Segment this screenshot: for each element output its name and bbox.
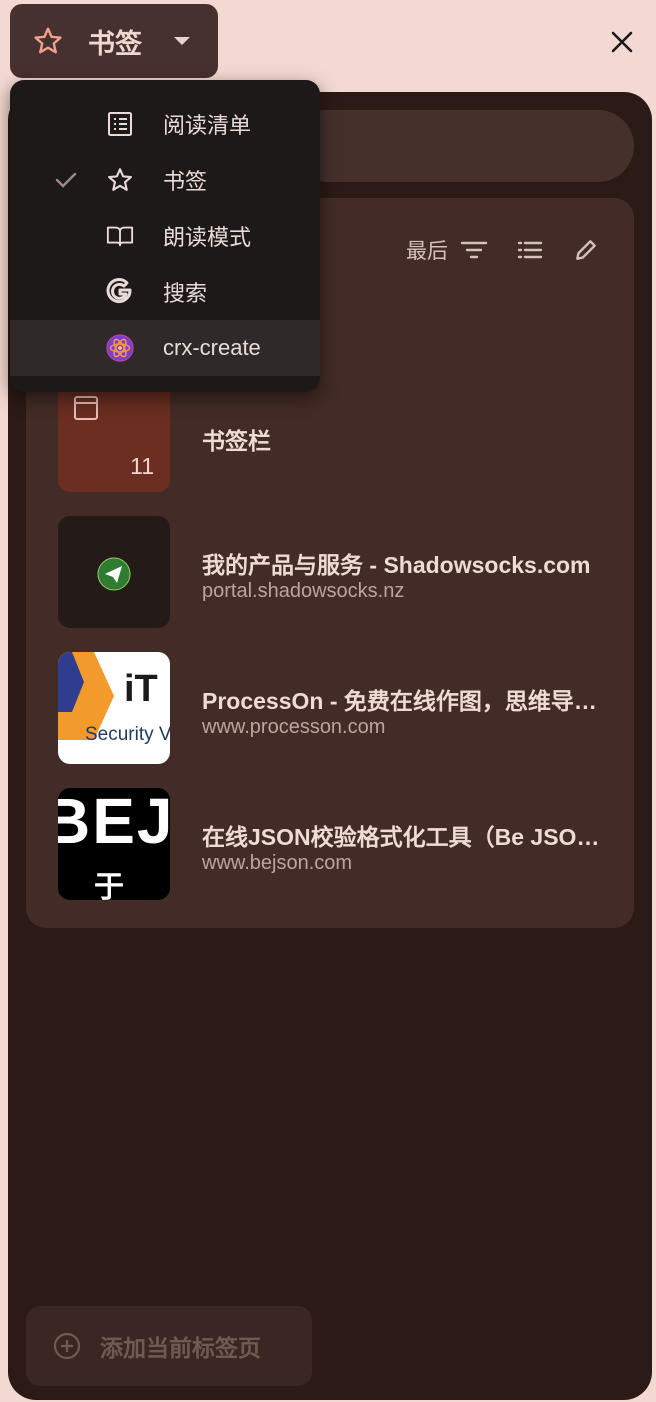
- star-icon: [34, 27, 62, 54]
- add-current-tab-button[interactable]: 添加当前标签页: [26, 1306, 312, 1386]
- menu-item-crx-create[interactable]: crx-create: [10, 320, 320, 376]
- bookmark-thumbnail: [58, 516, 170, 628]
- star-icon: [106, 166, 134, 194]
- close-icon: [611, 31, 633, 53]
- menu-item-search[interactable]: 搜索: [10, 264, 320, 320]
- bookmark-thumbnail: iT Security V: [58, 652, 170, 764]
- add-circle-icon: [53, 1332, 81, 1360]
- bookmark-title: 我的产品与服务 - Shadowsocks.com: [202, 552, 591, 578]
- panel-title: 书签: [88, 28, 142, 59]
- list-view-icon[interactable]: [516, 236, 544, 264]
- list-icon: [106, 110, 134, 138]
- bookmark-title: ProcessOn - 免费在线作图，思维导图，流程图，实时协作: [202, 688, 616, 714]
- folder-count: 11: [130, 453, 154, 479]
- sort-label[interactable]: 最后: [406, 235, 448, 265]
- folder-thumbnail: 11: [58, 380, 170, 492]
- bookmark-url: www.bejson.com: [202, 852, 353, 874]
- menu-item-label: 阅读清单: [163, 113, 252, 138]
- bookmark-thumbnail: BEJ 于: [58, 788, 170, 900]
- menu-item-label: 搜索: [163, 281, 208, 306]
- edit-icon[interactable]: [572, 236, 600, 264]
- close-button[interactable]: [604, 24, 640, 60]
- menu-item-reading-mode[interactable]: 朗读模式: [10, 208, 320, 264]
- bookmark-row[interactable]: 我的产品与服务 - Shadowsocks.com portal.shadows…: [58, 516, 618, 628]
- chevron-down-icon: [174, 37, 190, 45]
- menu-item-reading-list[interactable]: 阅读清单: [10, 96, 320, 152]
- bookmark-row[interactable]: iT Security V ProcessOn - 免费在线作图，思维导图，流程…: [58, 652, 618, 764]
- paper-plane-icon: [97, 557, 131, 591]
- menu-item-bookmarks[interactable]: 书签: [10, 152, 320, 208]
- book-icon: [106, 222, 134, 250]
- bookmarks-toolbar: 最后: [406, 232, 600, 268]
- check-icon: [55, 172, 77, 188]
- thumb-text: Security V: [85, 724, 170, 745]
- add-current-tab-label: 添加当前标签页: [100, 1335, 261, 1361]
- menu-item-label: 朗读模式: [163, 225, 252, 250]
- thumb-text: iT: [124, 668, 158, 710]
- menu-item-label: crx-create: [163, 335, 261, 360]
- bookmark-url: www.processon.com: [202, 716, 386, 738]
- folder-icon: [74, 396, 98, 420]
- google-icon: [106, 278, 134, 306]
- menu-item-label: 书签: [163, 169, 208, 194]
- panel-selector-menu: 阅读清单 书签 朗读模式 搜索 crx-create: [10, 80, 320, 392]
- thumb-text: 于: [94, 871, 124, 900]
- bookmark-url: portal.shadowsocks.nz: [202, 580, 405, 602]
- folder-row[interactable]: 11 书签栏: [58, 380, 618, 492]
- bookmark-title: 在线JSON校验格式化工具（Be JSON）: [202, 824, 616, 850]
- folder-title: 书签栏: [202, 428, 271, 454]
- filter-icon[interactable]: [460, 236, 488, 264]
- thumb-text: BEJ: [58, 788, 170, 857]
- extension-icon: [106, 334, 134, 362]
- search-input[interactable]: [290, 110, 634, 182]
- bookmark-row[interactable]: BEJ 于 在线JSON校验格式化工具（Be JSON） www.bejson.…: [58, 788, 618, 900]
- side-panel-selector-button[interactable]: 书签: [10, 4, 218, 78]
